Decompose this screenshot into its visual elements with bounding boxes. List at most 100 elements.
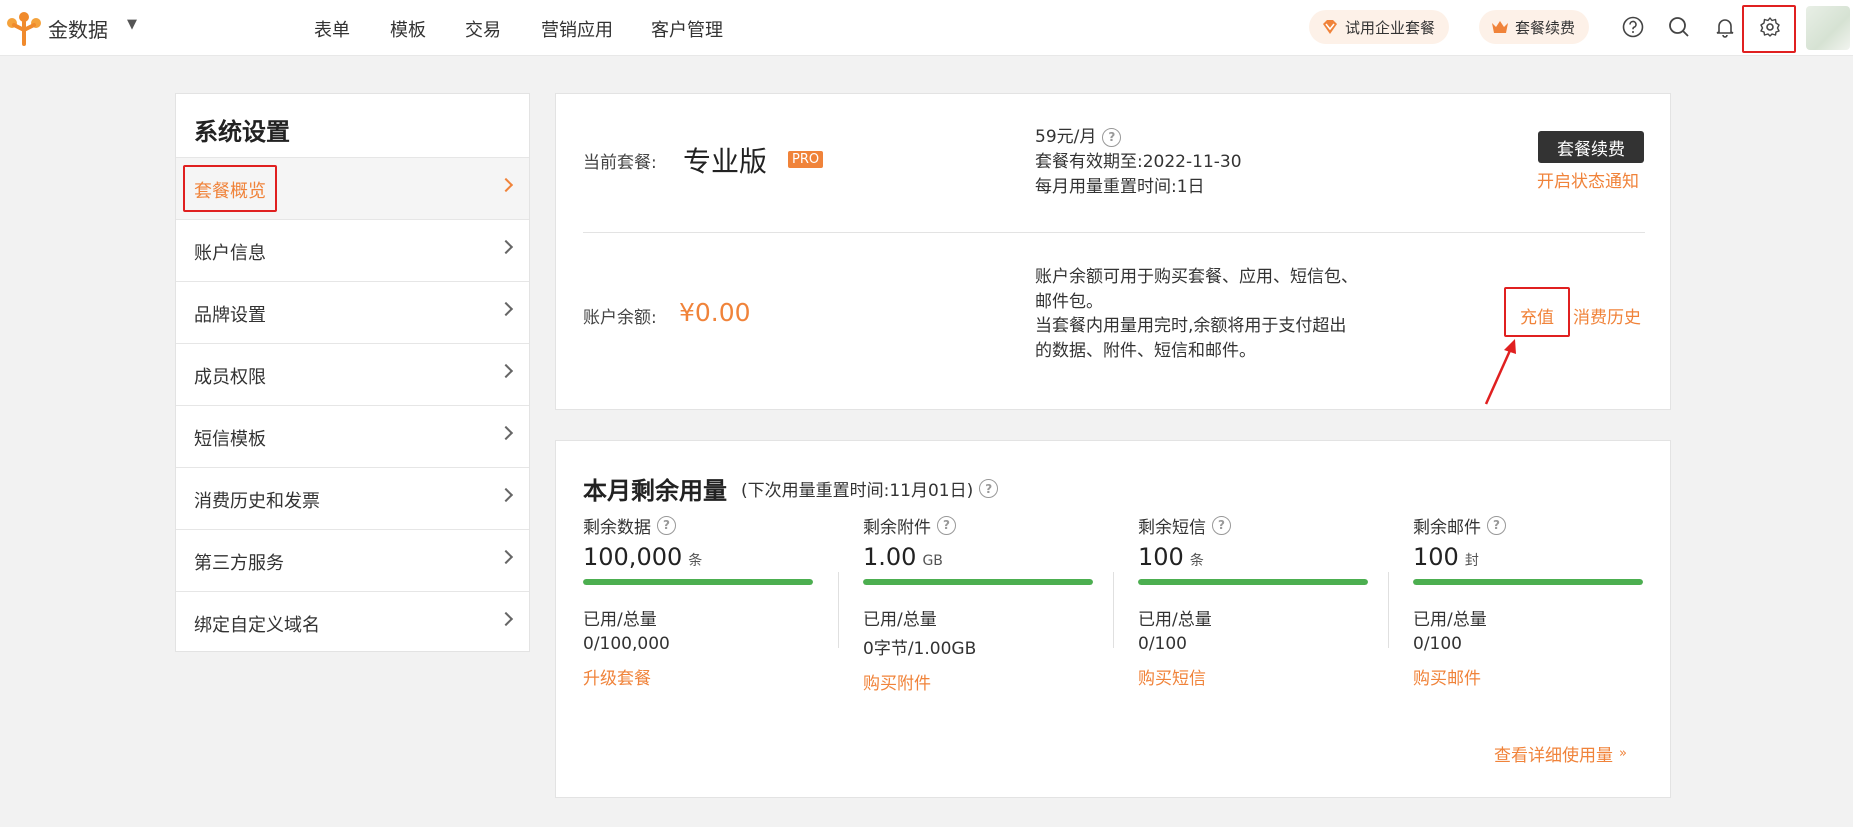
balance-description: 账户余额可用于购买套餐、应用、短信包、 邮件包。 当套餐内用量用完时,余额将用于… bbox=[1035, 265, 1358, 363]
usage-email: 剩余邮件? 100 封 已用/总量 0/100 购买邮件 bbox=[1413, 513, 1643, 689]
usage-value: 100 bbox=[1138, 543, 1184, 571]
help-circle-icon[interactable]: ? bbox=[657, 515, 676, 535]
plan-reset-time: 每月用量重置时间:1日 bbox=[1035, 177, 1205, 197]
usage-reset-subtitle: (下次用量重置时间:11月01日) bbox=[741, 481, 974, 501]
upgrade-plan-link[interactable]: 升级套餐 bbox=[583, 664, 813, 689]
balance-desc-line: 邮件包。 bbox=[1035, 291, 1103, 312]
trial-enterprise-button[interactable]: 试用企业套餐 bbox=[1309, 10, 1450, 44]
usage-progress-fill bbox=[1413, 579, 1643, 585]
help-circle-icon[interactable]: ? bbox=[1212, 515, 1231, 535]
sidebar-item-member-permissions[interactable]: 成员权限 bbox=[176, 344, 529, 406]
recharge-highlight-box bbox=[1504, 287, 1570, 337]
chevron-right-icon bbox=[498, 611, 514, 627]
crown-icon bbox=[1492, 21, 1508, 33]
usage-attachments: 剩余附件? 1.00 GB 已用/总量 0字节/1.00GB 购买附件 bbox=[863, 513, 1093, 694]
sidebar-item-brand-settings[interactable]: 品牌设置 bbox=[176, 282, 529, 344]
plan-expiry: 套餐有效期至:2022-11-30 bbox=[1035, 152, 1242, 172]
used-total-label: 已用/总量 bbox=[1138, 610, 1212, 630]
usage-progress-fill bbox=[583, 579, 813, 585]
buy-email-link[interactable]: 购买邮件 bbox=[1413, 664, 1643, 689]
usage-title: 本月剩余用量 bbox=[583, 477, 727, 505]
column-divider bbox=[838, 572, 839, 648]
balance-label: 账户余额: bbox=[583, 308, 657, 328]
chevron-right-icon bbox=[498, 363, 514, 379]
plan-price: 59元/月 bbox=[1035, 127, 1097, 147]
sidebar-item-account-info[interactable]: 账户信息 bbox=[176, 220, 529, 282]
avatar[interactable] bbox=[1806, 6, 1850, 50]
chevron-right-icon bbox=[498, 549, 514, 565]
used-total-value: 0/100 bbox=[1138, 634, 1187, 654]
view-usage-details-link[interactable]: 查看详细使用量 » bbox=[1494, 741, 1627, 766]
pro-badge: PRO bbox=[788, 151, 824, 168]
usage-progress-bar bbox=[1138, 579, 1368, 585]
usage-label: 剩余邮件 bbox=[1413, 517, 1481, 538]
sidebar-item-label: 账户信息 bbox=[194, 243, 266, 264]
help-circle-icon[interactable]: ? bbox=[937, 515, 956, 535]
buy-attachments-link[interactable]: 购买附件 bbox=[863, 669, 1093, 694]
usage-label: 剩余数据 bbox=[583, 517, 651, 538]
status-notification-link[interactable]: 开启状态通知 bbox=[1537, 167, 1639, 192]
brand-name[interactable]: 金数据 bbox=[48, 14, 108, 43]
renew-plan-header-button[interactable]: 套餐续费 bbox=[1479, 10, 1590, 44]
balance-desc-line: 账户余额可用于购买套餐、应用、短信包、 bbox=[1035, 267, 1358, 287]
usage-progress-fill bbox=[863, 579, 1093, 585]
sidebar-item-billing-invoices[interactable]: 消费历史和发票 bbox=[176, 468, 529, 530]
used-total-label: 已用/总量 bbox=[583, 610, 657, 630]
usage-label: 剩余附件 bbox=[863, 517, 931, 538]
used-total-label: 已用/总量 bbox=[863, 610, 937, 630]
usage-value: 100,000 bbox=[583, 543, 683, 571]
annotation-arrow-icon bbox=[1484, 339, 1516, 405]
nav-forms[interactable]: 表单 bbox=[314, 16, 350, 42]
search-icon[interactable] bbox=[1665, 13, 1693, 41]
used-total-value: 0字节/1.00GB bbox=[863, 639, 977, 659]
nav-marketing-apps[interactable]: 营销应用 bbox=[541, 16, 613, 42]
renew-plan-header-label: 套餐续费 bbox=[1515, 18, 1576, 37]
chevron-right-icon bbox=[498, 177, 514, 193]
gear-highlight-box bbox=[1742, 5, 1796, 53]
help-circle-icon[interactable]: ? bbox=[1487, 515, 1506, 535]
sidebar-item-third-party-services[interactable]: 第三方服务 bbox=[176, 530, 529, 592]
diamond-icon bbox=[1323, 20, 1337, 34]
usage-value: 1.00 bbox=[863, 543, 917, 571]
help-circle-icon[interactable] bbox=[1619, 13, 1647, 41]
usage-unit: 条 bbox=[688, 553, 703, 569]
nav-transactions[interactable]: 交易 bbox=[465, 16, 501, 42]
logo-icon[interactable] bbox=[4, 8, 44, 48]
nav-customer-management[interactable]: 客户管理 bbox=[651, 16, 723, 42]
usage-value: 100 bbox=[1413, 543, 1459, 571]
plan-overview-highlight-box bbox=[183, 165, 277, 212]
bell-icon[interactable] bbox=[1711, 13, 1739, 41]
chevron-right-icon bbox=[498, 487, 514, 503]
usage-progress-fill bbox=[1138, 579, 1368, 585]
sidebar-item-label: 第三方服务 bbox=[194, 553, 284, 574]
usage-progress-bar bbox=[583, 579, 813, 585]
chevron-right-icon bbox=[498, 239, 514, 255]
sidebar-item-label: 短信模板 bbox=[194, 429, 266, 450]
sidebar-item-label: 品牌设置 bbox=[194, 305, 266, 326]
help-circle-icon[interactable]: ? bbox=[1102, 127, 1122, 147]
used-total-value: 0/100 bbox=[1413, 634, 1462, 654]
spending-history-link[interactable]: 消费历史 bbox=[1573, 303, 1641, 328]
brand-dropdown-icon[interactable]: ▼ bbox=[127, 17, 137, 32]
used-total-value: 0/100,000 bbox=[583, 634, 670, 654]
view-usage-details-label: 查看详细使用量 bbox=[1494, 746, 1613, 766]
help-circle-icon[interactable]: ? bbox=[979, 479, 999, 498]
nav-templates[interactable]: 模板 bbox=[390, 16, 426, 42]
sidebar-item-sms-templates[interactable]: 短信模板 bbox=[176, 406, 529, 468]
usage-progress-bar bbox=[863, 579, 1093, 585]
buy-sms-link[interactable]: 购买短信 bbox=[1138, 664, 1368, 689]
plan-details: 59元/月? 套餐有效期至:2022-11-30 每月用量重置时间:1日 bbox=[1035, 125, 1242, 200]
sidebar-item-label: 绑定自定义域名 bbox=[194, 615, 320, 636]
chevron-right-icon bbox=[498, 425, 514, 441]
renew-plan-button[interactable]: 套餐续费 bbox=[1538, 131, 1644, 163]
balance-desc-line: 当套餐内用量用完时,余额将用于支付超出 bbox=[1035, 316, 1347, 336]
column-divider bbox=[1388, 572, 1389, 648]
used-total-label: 已用/总量 bbox=[1413, 610, 1487, 630]
trial-enterprise-label: 试用企业套餐 bbox=[1345, 18, 1436, 37]
card-divider bbox=[583, 232, 1645, 233]
usage-header: 本月剩余用量 (下次用量重置时间:11月01日) ? bbox=[583, 471, 999, 506]
chevron-right-icon bbox=[498, 301, 514, 317]
usage-sms: 剩余短信? 100 条 已用/总量 0/100 购买短信 bbox=[1138, 513, 1368, 689]
current-plan-label: 当前套餐: bbox=[583, 153, 657, 173]
sidebar-item-custom-domain[interactable]: 绑定自定义域名 bbox=[176, 592, 529, 654]
